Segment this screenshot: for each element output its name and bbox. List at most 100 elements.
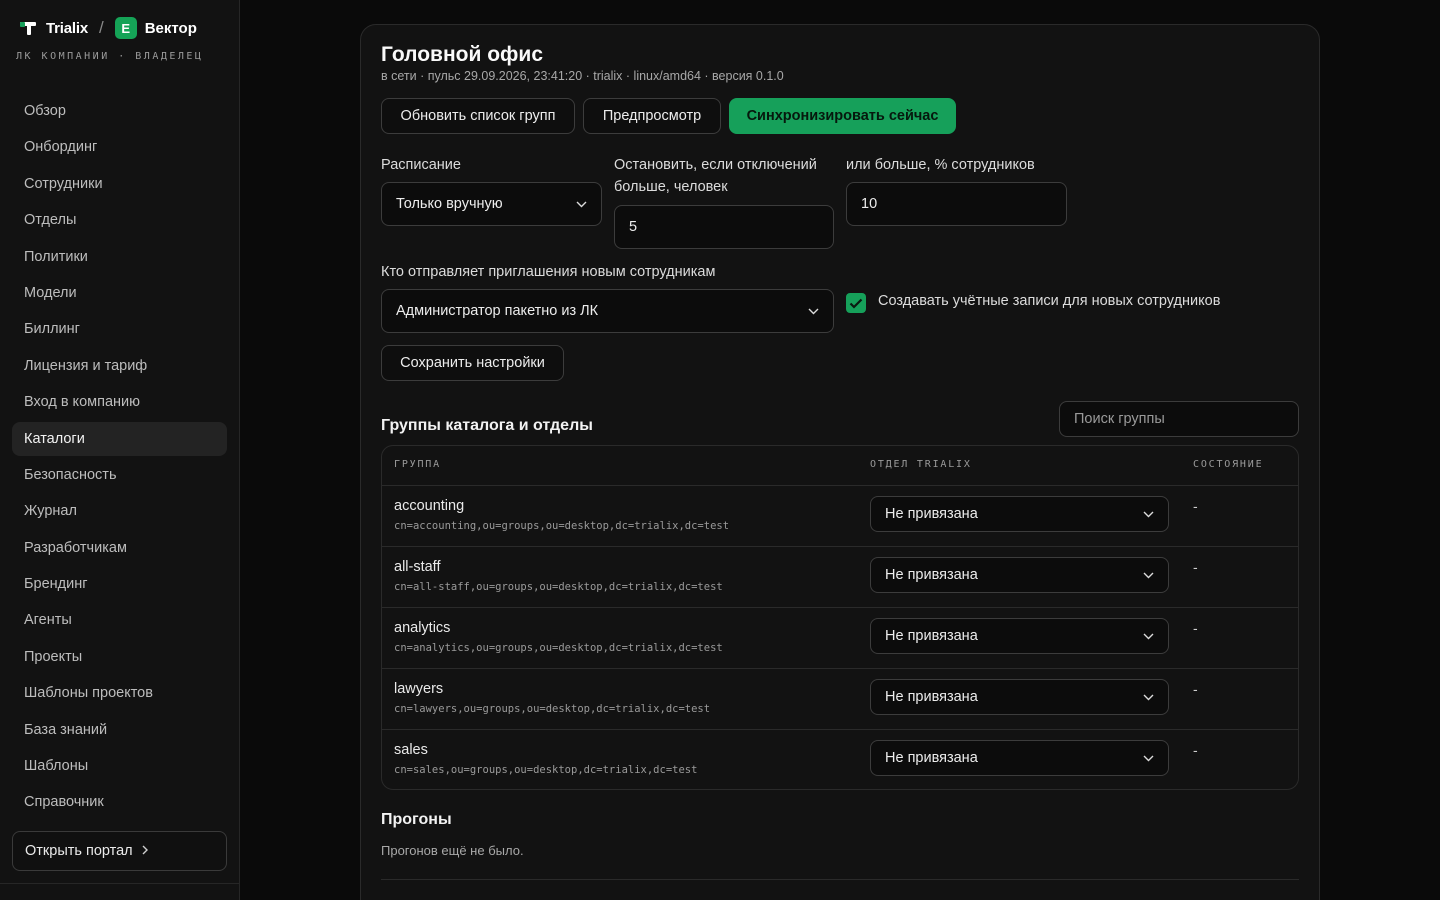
department-value: Не привязана xyxy=(885,567,978,583)
sidebar-item-project-templates[interactable]: Шаблоны проектов xyxy=(12,676,227,710)
brand-separator: / xyxy=(98,18,104,37)
sync-now-button[interactable]: Синхронизировать сейчас xyxy=(729,98,956,134)
schedule-select[interactable]: Только вручную xyxy=(381,182,602,226)
column-header-department: ОТДЕЛ TRIALIX xyxy=(870,459,972,470)
schedule-label: Расписание xyxy=(381,157,461,173)
schedule-value: Только вручную xyxy=(396,196,503,212)
group-dn: cn=lawyers,ou=groups,ou=desktop,dc=trial… xyxy=(394,703,711,715)
create-accounts-checkbox[interactable] xyxy=(846,293,866,313)
stop-percent-label: или больше, % сотрудников xyxy=(846,157,1035,173)
table-row: analytics cn=analytics,ou=groups,ou=desk… xyxy=(382,608,1298,669)
stop-people-input[interactable]: 5 xyxy=(614,205,834,249)
sidebar-item-billing[interactable]: Биллинг xyxy=(12,312,227,346)
table-row: all-staff cn=all-staff,ou=groups,ou=desk… xyxy=(382,547,1298,608)
sidebar-item-branding[interactable]: Брендинг xyxy=(12,567,227,601)
group-state: - xyxy=(1193,559,1198,575)
invites-value: Администратор пакетно из ЛК xyxy=(396,303,599,319)
group-dn: cn=analytics,ou=groups,ou=desktop,dc=tri… xyxy=(394,642,723,654)
chevron-right-icon xyxy=(141,843,149,859)
page-title: Головной офис xyxy=(381,43,544,66)
sidebar-divider xyxy=(0,883,240,884)
column-header-group: ГРУППА xyxy=(394,459,441,470)
group-state: - xyxy=(1193,742,1198,758)
table-row: lawyers cn=lawyers,ou=groups,ou=desktop,… xyxy=(382,669,1298,730)
department-select[interactable]: Не привязана xyxy=(870,557,1169,593)
department-select[interactable]: Не привязана xyxy=(870,496,1169,532)
department-select[interactable]: Не привязана xyxy=(870,679,1169,715)
invites-select[interactable]: Администратор пакетно из ЛК xyxy=(381,289,834,333)
sidebar-item-developers[interactable]: Разработчикам xyxy=(12,531,227,565)
sidebar-item-reference[interactable]: Справочник xyxy=(12,785,227,819)
sidebar-item-journal[interactable]: Журнал xyxy=(12,494,227,528)
sidebar-item-security[interactable]: Безопасность xyxy=(12,458,227,492)
group-name: all-staff xyxy=(394,559,441,575)
groups-table: ГРУППА ОТДЕЛ TRIALIX СОСТОЯНИЕ accountin… xyxy=(381,445,1299,790)
brand-name: Trialix xyxy=(46,19,88,37)
sidebar-item-projects[interactable]: Проекты xyxy=(12,640,227,674)
department-select[interactable]: Не привязана xyxy=(870,618,1169,654)
group-state: - xyxy=(1193,681,1198,697)
group-name: lawyers xyxy=(394,681,444,697)
sidebar-item-templates[interactable]: Шаблоны xyxy=(12,749,227,783)
sidebar-item-onboarding[interactable]: Онбординг xyxy=(12,130,227,164)
trialix-logo-icon xyxy=(18,18,38,38)
group-name: analytics xyxy=(394,620,451,636)
department-value: Не привязана xyxy=(885,628,978,644)
chevron-down-icon xyxy=(808,303,819,319)
runs-divider xyxy=(381,879,1299,880)
sidebar-item-company-login[interactable]: Вход в компанию xyxy=(12,385,227,419)
chevron-down-icon xyxy=(1143,506,1154,522)
brand-subtitle: ЛК КОМПАНИИ · ВЛАДЕЛЕЦ xyxy=(16,51,204,62)
sidebar-item-catalogs[interactable]: Каталоги xyxy=(12,421,227,456)
invites-label: Кто отправляет приглашения новым сотрудн… xyxy=(381,264,716,280)
refresh-groups-button[interactable]: Обновить список групп xyxy=(381,98,575,134)
catalog-card: Головной офис в сети · пульс 29.09.2026,… xyxy=(360,24,1320,900)
status-meta: в сети · пульс 29.09.2026, 23:41:20 · tr… xyxy=(381,69,784,83)
sidebar-nav: Обзор Онбординг Сотрудники Отделы Полити… xyxy=(12,94,227,822)
chevron-down-icon xyxy=(1143,567,1154,583)
department-value: Не привязана xyxy=(885,506,978,522)
table-header: ГРУППА ОТДЕЛ TRIALIX СОСТОЯНИЕ xyxy=(382,446,1298,486)
chevron-down-icon xyxy=(1143,750,1154,766)
group-name: sales xyxy=(394,742,428,758)
sidebar-item-knowledge-base[interactable]: База знаний xyxy=(12,713,227,747)
runs-empty-text: Прогонов ещё не было. xyxy=(381,843,524,858)
sidebar: Trialix / E Вектор ЛК КОМПАНИИ · ВЛАДЕЛЕ… xyxy=(0,0,240,900)
open-portal-label: Открыть портал xyxy=(25,843,133,859)
department-select[interactable]: Не привязана xyxy=(870,740,1169,776)
group-name: accounting xyxy=(394,498,465,514)
group-dn: cn=sales,ou=groups,ou=desktop,dc=trialix… xyxy=(394,764,698,776)
stop-people-label: Остановить, если отключений больше, чело… xyxy=(614,157,817,195)
group-search-input[interactable] xyxy=(1059,401,1299,437)
save-settings-button[interactable]: Сохранить настройки xyxy=(381,345,564,381)
sidebar-item-agents[interactable]: Агенты xyxy=(12,603,227,637)
group-dn: cn=all-staff,ou=groups,ou=desktop,dc=tri… xyxy=(394,581,723,593)
brand[interactable]: Trialix / E Вектор xyxy=(18,16,197,40)
company-badge: E xyxy=(114,17,137,39)
department-value: Не привязана xyxy=(885,750,978,766)
group-state: - xyxy=(1193,498,1198,514)
sidebar-item-policies[interactable]: Политики xyxy=(12,240,227,274)
sidebar-item-employees[interactable]: Сотрудники xyxy=(12,167,227,201)
check-icon xyxy=(849,298,863,309)
sidebar-item-license[interactable]: Лицензия и тариф xyxy=(12,349,227,383)
groups-section-title: Группы каталога и отделы xyxy=(381,417,593,434)
department-value: Не привязана xyxy=(885,689,978,705)
runs-section-title: Прогоны xyxy=(381,811,452,828)
table-row: sales cn=sales,ou=groups,ou=desktop,dc=t… xyxy=(382,730,1298,789)
group-state: - xyxy=(1193,620,1198,636)
table-row: accounting cn=accounting,ou=groups,ou=de… xyxy=(382,486,1298,547)
open-portal-button[interactable]: Открыть портал xyxy=(12,831,227,871)
sidebar-item-models[interactable]: Модели xyxy=(12,276,227,310)
stop-percent-input[interactable]: 10 xyxy=(846,182,1067,226)
preview-button[interactable]: Предпросмотр xyxy=(583,98,721,134)
chevron-down-icon xyxy=(576,196,587,212)
column-header-state: СОСТОЯНИЕ xyxy=(1193,459,1264,470)
company-name: Вектор xyxy=(144,19,197,37)
sidebar-item-departments[interactable]: Отделы xyxy=(12,203,227,237)
chevron-down-icon xyxy=(1143,689,1154,705)
sidebar-item-overview[interactable]: Обзор xyxy=(12,94,227,128)
chevron-down-icon xyxy=(1143,628,1154,644)
group-dn: cn=accounting,ou=groups,ou=desktop,dc=tr… xyxy=(394,520,730,532)
create-accounts-label: Создавать учётные записи для новых сотру… xyxy=(878,293,1221,309)
